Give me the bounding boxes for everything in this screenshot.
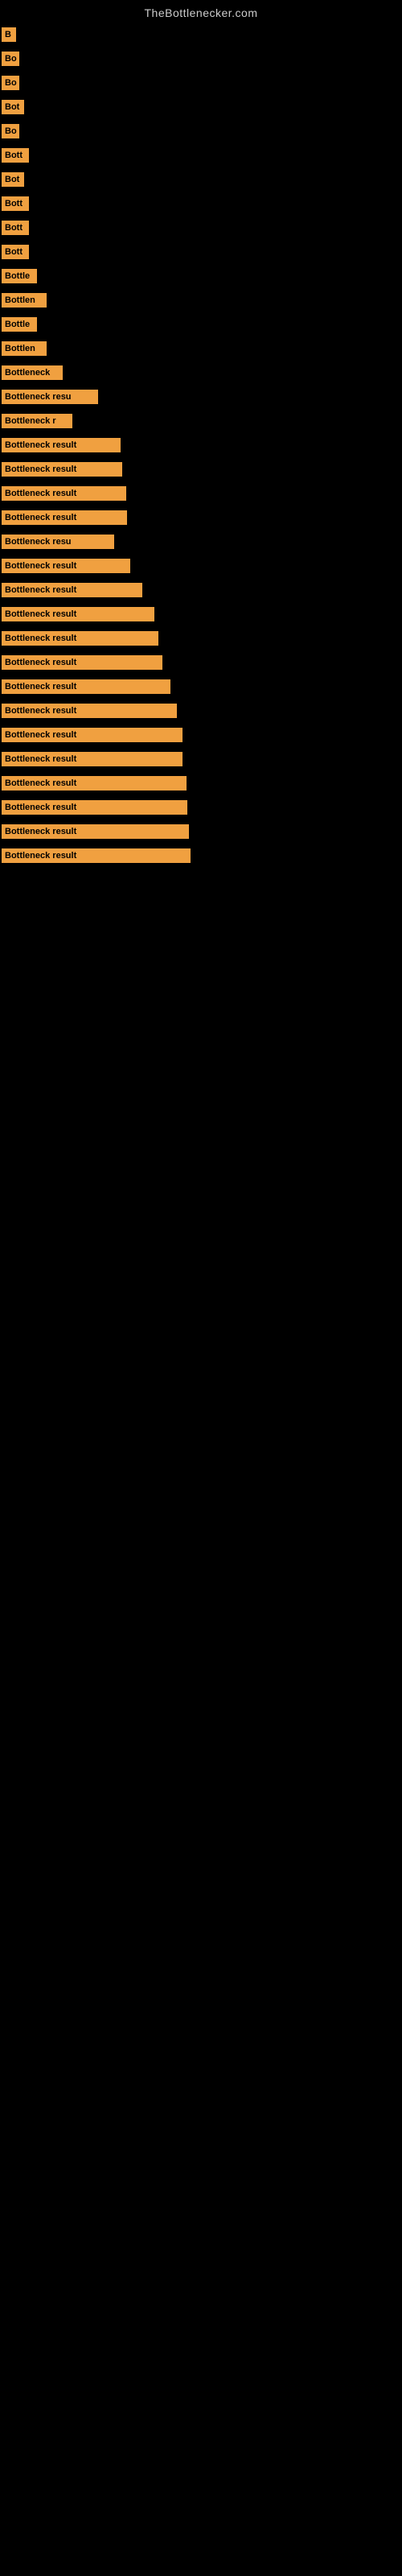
bar-label: Bottleneck result bbox=[2, 462, 122, 477]
bar-label: Bottleneck resu bbox=[2, 535, 114, 549]
bar-row: Bottlen bbox=[0, 288, 402, 312]
site-title: TheBottlenecker.com bbox=[0, 0, 402, 23]
bar-label: Bot bbox=[2, 172, 24, 187]
bar-label: Bottleneck result bbox=[2, 631, 158, 646]
bar-label: Bott bbox=[2, 221, 29, 235]
bar-label: Bottleneck result bbox=[2, 655, 162, 670]
bar-row: Bottleneck result bbox=[0, 650, 402, 675]
bar-row: Bottleneck result bbox=[0, 723, 402, 747]
bar-row: Bott bbox=[0, 240, 402, 264]
bar-row: Bot bbox=[0, 167, 402, 192]
bar-label: Bottleneck result bbox=[2, 438, 121, 452]
bar-row: Bo bbox=[0, 119, 402, 143]
bar-label: Bottleneck result bbox=[2, 486, 126, 501]
bar-label: Bottleneck result bbox=[2, 559, 130, 573]
bar-row: Bo bbox=[0, 47, 402, 71]
bar-row: Bottleneck result bbox=[0, 844, 402, 868]
bar-row: Bottleneck resu bbox=[0, 385, 402, 409]
bar-label: Bottleneck bbox=[2, 365, 63, 380]
bar-label: Bott bbox=[2, 245, 29, 259]
bar-label: Bo bbox=[2, 52, 19, 66]
bar-label: Bottleneck result bbox=[2, 776, 187, 791]
bar-row: Bottleneck result bbox=[0, 771, 402, 795]
bar-row: Bottleneck result bbox=[0, 795, 402, 819]
bar-row: Bottleneck result bbox=[0, 554, 402, 578]
bar-label: Bott bbox=[2, 148, 29, 163]
bar-label: Bottleneck result bbox=[2, 800, 187, 815]
bar-row: Bott bbox=[0, 192, 402, 216]
bar-label: Bott bbox=[2, 196, 29, 211]
bar-label: B bbox=[2, 27, 16, 42]
bar-row: Bottleneck resu bbox=[0, 530, 402, 554]
bar-label: Bottleneck result bbox=[2, 848, 191, 863]
bar-row: Bottleneck result bbox=[0, 602, 402, 626]
bar-label: Bottleneck result bbox=[2, 704, 177, 718]
bar-row: Bottleneck result bbox=[0, 675, 402, 699]
bar-row: Bottleneck result bbox=[0, 433, 402, 457]
bar-row: Bottleneck result bbox=[0, 578, 402, 602]
bar-label: Bo bbox=[2, 76, 19, 90]
bar-row: B bbox=[0, 23, 402, 47]
bars-container: B Bo Bo Bot Bo Bott Bot Bott Bott Bott Bottle Bottl… bbox=[0, 23, 402, 868]
bar-row: Bo bbox=[0, 71, 402, 95]
bar-row: Bottleneck result bbox=[0, 506, 402, 530]
bar-row: Bottleneck bbox=[0, 361, 402, 385]
bar-row: Bottle bbox=[0, 312, 402, 336]
bar-row: Bottleneck result bbox=[0, 481, 402, 506]
bar-row: Bottleneck result bbox=[0, 626, 402, 650]
bar-label: Bot bbox=[2, 100, 24, 114]
bar-row: Bottlen bbox=[0, 336, 402, 361]
bar-label: Bottleneck result bbox=[2, 510, 127, 525]
bar-label: Bottleneck result bbox=[2, 679, 170, 694]
bar-row: Bott bbox=[0, 143, 402, 167]
bar-label: Bo bbox=[2, 124, 19, 138]
bar-label: Bottle bbox=[2, 269, 37, 283]
bar-label: Bottlen bbox=[2, 293, 47, 308]
bar-row: Bottleneck result bbox=[0, 699, 402, 723]
bar-label: Bottleneck result bbox=[2, 752, 183, 766]
bar-row: Bottleneck r bbox=[0, 409, 402, 433]
bar-label: Bottleneck resu bbox=[2, 390, 98, 404]
bar-label: Bottleneck result bbox=[2, 607, 154, 621]
bar-row: Bott bbox=[0, 216, 402, 240]
bar-label: Bottleneck result bbox=[2, 728, 183, 742]
bar-row: Bottleneck result bbox=[0, 457, 402, 481]
bar-label: Bottleneck result bbox=[2, 583, 142, 597]
bar-label: Bottle bbox=[2, 317, 37, 332]
bar-row: Bot bbox=[0, 95, 402, 119]
bar-label: Bottleneck r bbox=[2, 414, 72, 428]
bar-label: Bottlen bbox=[2, 341, 47, 356]
bar-row: Bottleneck result bbox=[0, 747, 402, 771]
bar-label: Bottleneck result bbox=[2, 824, 189, 839]
bar-row: Bottleneck result bbox=[0, 819, 402, 844]
bar-row: Bottle bbox=[0, 264, 402, 288]
